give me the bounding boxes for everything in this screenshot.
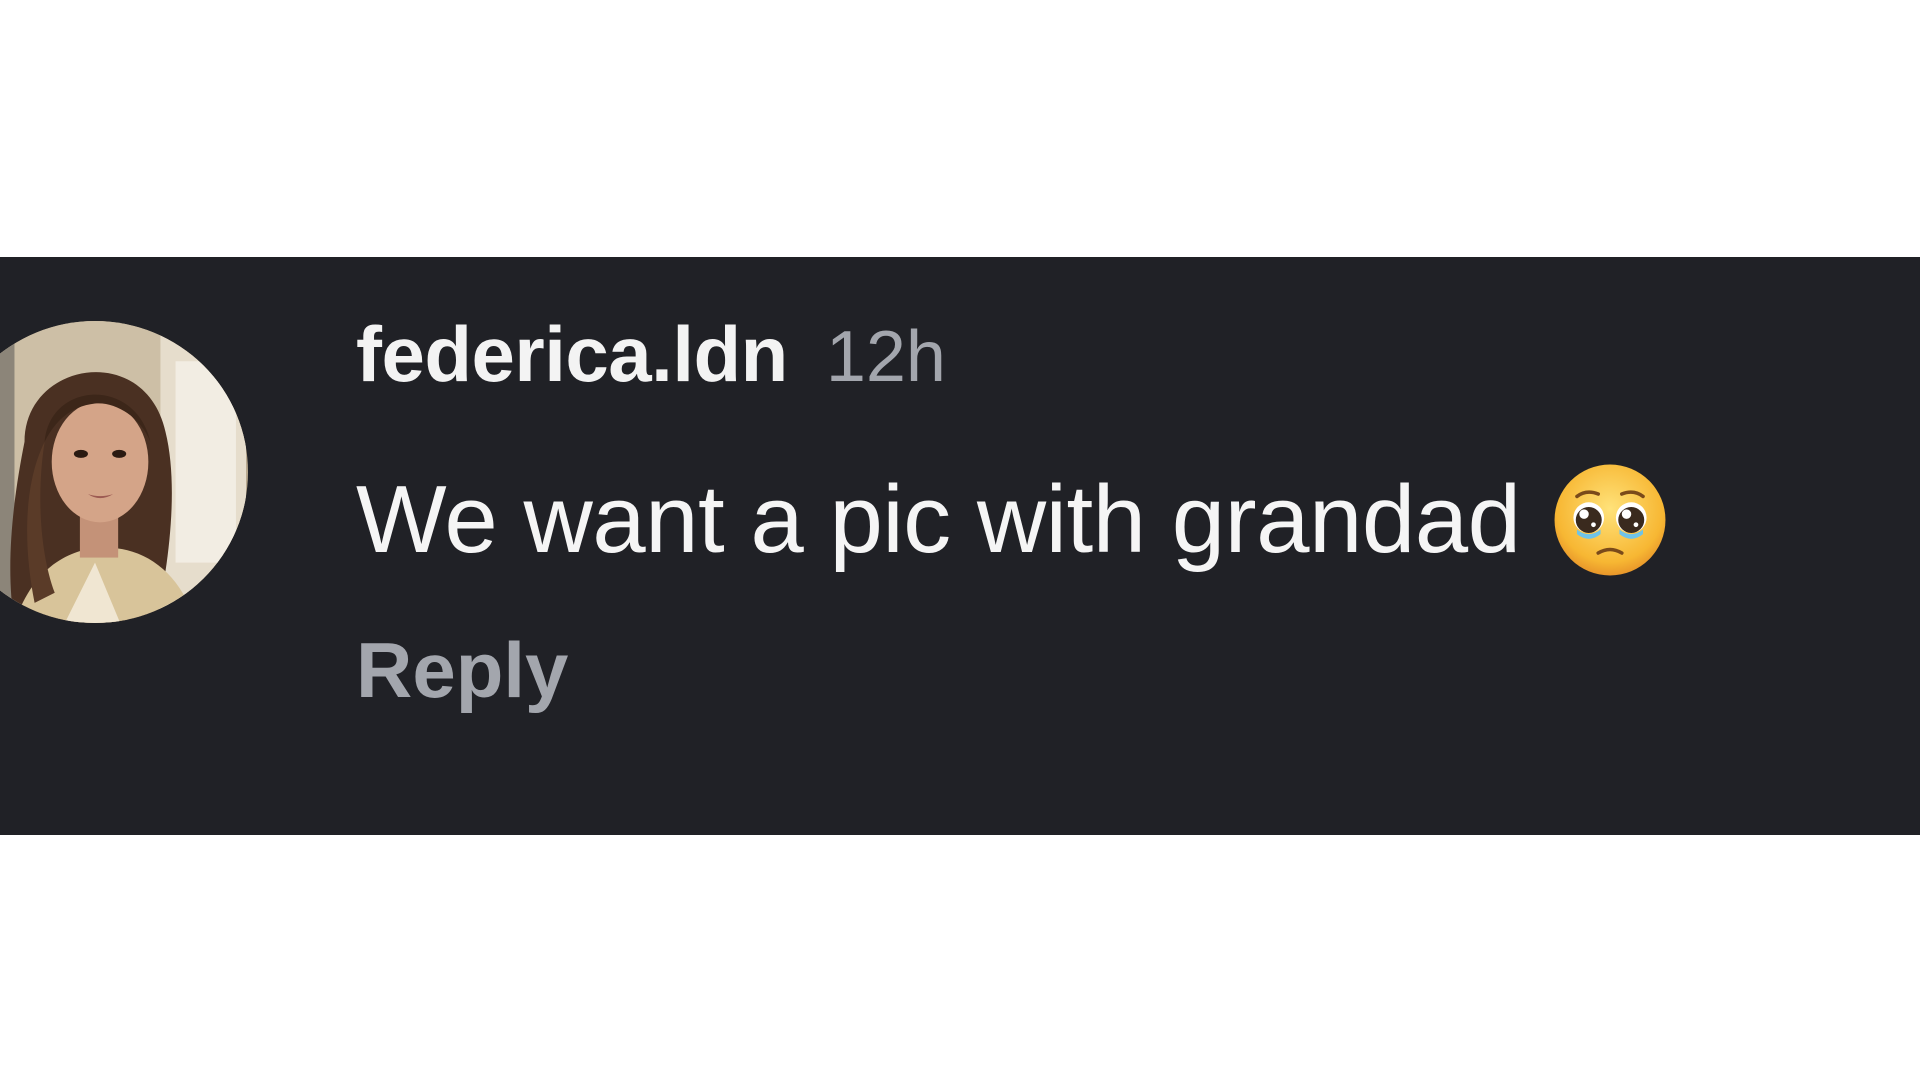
pleading-face-icon	[1551, 461, 1669, 579]
comment-content: We want a pic with grandad	[356, 461, 1669, 579]
comment-meta: federica.ldn 12h	[356, 309, 946, 400]
avatar[interactable]	[0, 321, 248, 623]
timestamp: 12h	[825, 317, 946, 397]
comment-panel: federica.ldn 12h We want a pic with gran…	[0, 257, 1920, 835]
avatar-photo	[0, 321, 246, 623]
comment-text: We want a pic with grandad	[356, 466, 1521, 573]
reply-button[interactable]: Reply	[356, 625, 568, 716]
username[interactable]: federica.ldn	[356, 309, 788, 400]
